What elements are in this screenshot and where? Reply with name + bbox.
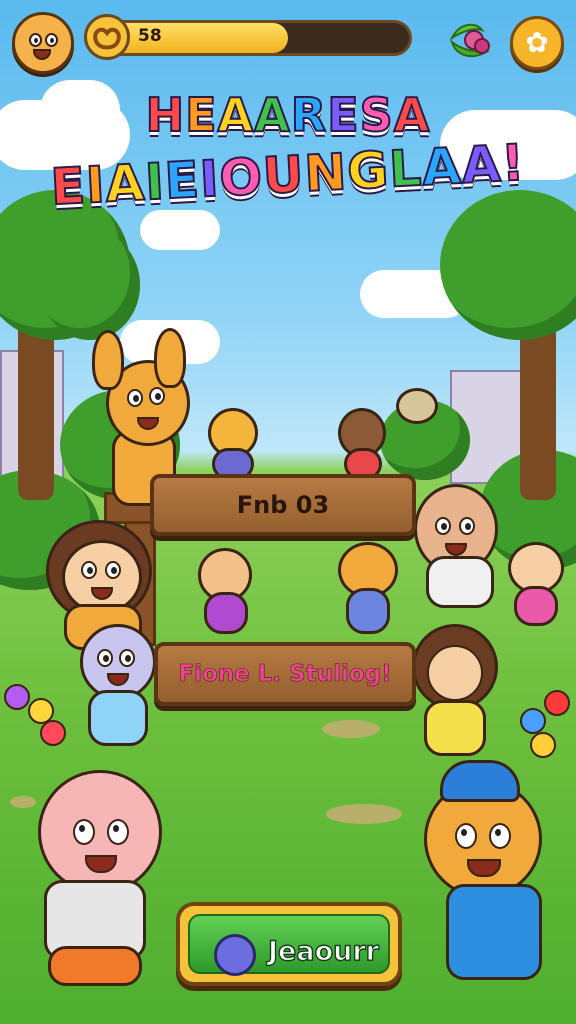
flower — [530, 732, 556, 758]
tree-animal-character — [396, 388, 438, 424]
progress-value: 58 — [138, 26, 162, 46]
title-letter: R — [290, 87, 328, 143]
pretzel-icon — [84, 14, 130, 60]
title-letter: E — [326, 87, 360, 143]
level-progress-bar — [88, 20, 412, 56]
dirt-patch — [322, 720, 380, 738]
berry-icon — [449, 23, 490, 58]
brown-bear-character — [412, 624, 498, 710]
lollipop-icon — [214, 934, 256, 976]
flower — [40, 720, 66, 746]
flower — [544, 690, 570, 716]
title-letter: U — [260, 144, 307, 206]
settings-button[interactable]: ✿ — [510, 16, 564, 70]
girl-character-face — [62, 540, 142, 614]
cap-kangaroo-body — [446, 884, 542, 980]
tan-kangaroo-body — [426, 556, 494, 608]
pink-kid-shorts — [48, 946, 142, 986]
blue-cat-character — [80, 624, 156, 700]
play-button-label: Jeaourr — [267, 935, 379, 967]
title-letter: A — [253, 87, 291, 143]
play-button[interactable]: Jeaourr — [176, 902, 402, 986]
title-letter: A — [103, 153, 148, 215]
title-letter: E — [48, 156, 88, 218]
cap-kangaroo-cap — [440, 760, 520, 802]
gear-icon: ✿ — [525, 26, 549, 59]
kangaroo-ear — [92, 330, 124, 390]
pink-kid-character — [38, 770, 162, 894]
level-sign[interactable]: Fnb 03 — [150, 474, 416, 536]
dirt-patch — [326, 804, 402, 824]
mode-sign[interactable]: Fione L. Stuliog! — [154, 642, 416, 706]
title-letter: S — [359, 87, 394, 143]
title-letter: H — [145, 87, 186, 143]
title-letter: ! — [499, 133, 528, 194]
tree — [40, 230, 140, 340]
dirt-patch — [10, 796, 36, 808]
flower — [4, 684, 30, 710]
title-letter: A — [393, 87, 431, 143]
tree — [440, 190, 576, 340]
title-letter: A — [459, 134, 504, 196]
title-letter: E — [162, 150, 202, 212]
play-button-face: Jeaourr — [188, 914, 390, 976]
level-sign-text: Fnb 03 — [236, 491, 330, 519]
cloud — [140, 210, 220, 250]
title-letter: N — [302, 142, 350, 204]
title-letter: E — [184, 87, 218, 143]
kangaroo-ear — [154, 328, 186, 388]
blue-cat-body — [88, 690, 148, 746]
title-letter: L — [387, 138, 425, 200]
mode-sign-text: Fione L. Stuliog! — [178, 661, 392, 688]
fox-character-body — [346, 588, 390, 634]
player-avatar-button[interactable] — [12, 12, 74, 74]
berry-button[interactable] — [446, 16, 494, 64]
flower — [520, 708, 546, 734]
brown-bear-body — [424, 700, 486, 756]
title-letter: O — [217, 146, 265, 208]
game-title-line-1: HEAARESA — [0, 87, 576, 143]
small-girl-body — [514, 586, 558, 626]
title-letter: A — [420, 136, 465, 198]
title-letter: A — [217, 87, 255, 143]
kid-purple-body — [204, 592, 248, 634]
title-letter: G — [345, 140, 392, 202]
